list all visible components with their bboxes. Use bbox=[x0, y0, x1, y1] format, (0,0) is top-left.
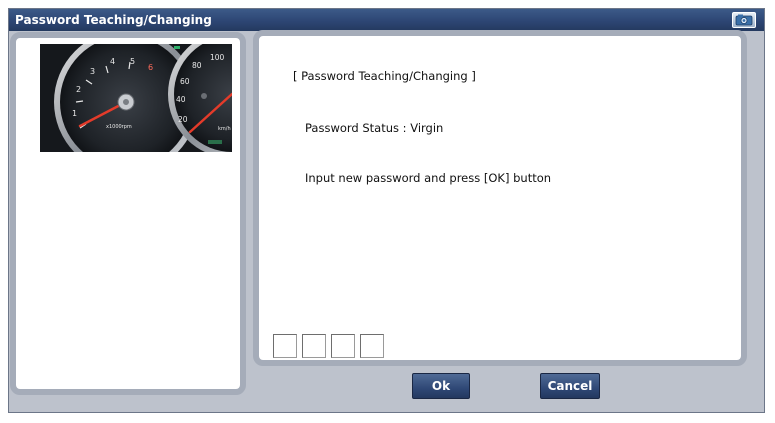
password-status: Password Status : Virgin bbox=[305, 121, 444, 135]
tach-tick-4: 4 bbox=[110, 57, 115, 66]
instrument-cluster-image: 1 2 3 4 5 6 x1000rpm 20 40 60 80 100 km/… bbox=[40, 30, 296, 174]
image-panel: 1 2 3 4 5 6 x1000rpm 20 40 60 80 100 km/… bbox=[10, 30, 296, 395]
speed-unit: km/h bbox=[218, 126, 231, 132]
tach-tick-2: 2 bbox=[76, 85, 81, 94]
window-title: Password Teaching/Changing bbox=[15, 13, 212, 27]
tach-tick-3: 3 bbox=[90, 67, 95, 76]
speed-tick-60: 60 bbox=[180, 77, 190, 86]
camera-icon[interactable] bbox=[732, 12, 756, 28]
password-digit-3[interactable] bbox=[331, 334, 355, 358]
password-input-group bbox=[273, 334, 384, 358]
password-digit-1[interactable] bbox=[273, 334, 297, 358]
password-digit-2[interactable] bbox=[302, 334, 326, 358]
tach-tick-5: 5 bbox=[130, 57, 135, 66]
instruction-text: Input new password and press [OK] button bbox=[305, 171, 552, 185]
tach-tick-1: 1 bbox=[72, 109, 77, 118]
message-panel: [ Password Teaching/Changing ] Password … bbox=[253, 30, 747, 366]
speed-tick-40: 40 bbox=[176, 95, 186, 104]
cancel-button[interactable]: Cancel bbox=[540, 373, 600, 399]
tach-unit: x1000rpm bbox=[106, 124, 132, 130]
tach-tick-6: 6 bbox=[148, 63, 153, 72]
ok-button[interactable]: Ok bbox=[412, 373, 470, 399]
speed-tick-20: 20 bbox=[178, 115, 188, 124]
speed-tick-100: 100 bbox=[210, 53, 225, 62]
speed-tick-80: 80 bbox=[192, 61, 202, 70]
panel-heading: [ Password Teaching/Changing ] bbox=[293, 69, 476, 83]
title-bar: Password Teaching/Changing bbox=[9, 9, 764, 31]
password-digit-4[interactable] bbox=[360, 334, 384, 358]
